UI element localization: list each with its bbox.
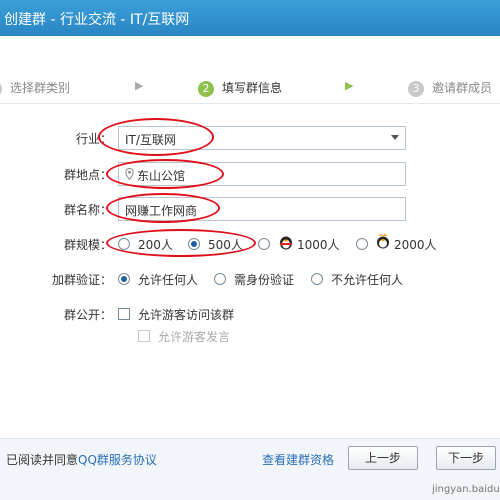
size-1000-radio[interactable] xyxy=(258,238,270,250)
verify-identity-radio[interactable] xyxy=(214,273,226,285)
verify-nobody-label[interactable]: 不允许任何人 xyxy=(331,271,403,288)
annotation-ellipse-industry xyxy=(98,118,214,156)
step-2-number: 2 xyxy=(198,80,214,97)
prev-button[interactable]: 上一步 xyxy=(348,446,418,470)
step-2-label: 填写群信息 xyxy=(222,81,283,95)
penguin-icon xyxy=(280,236,292,250)
public-label: 群公开： xyxy=(63,308,112,322)
step-1: 1 选择群类别 xyxy=(0,79,70,97)
service-agreement-link[interactable]: QQ群服务协议 xyxy=(78,453,157,467)
agreement-prefix: 已阅读并同意 xyxy=(6,453,79,467)
location-label: 群地点： xyxy=(63,168,112,182)
size-2000-radio[interactable] xyxy=(356,238,368,250)
chevron-down-icon[interactable] xyxy=(391,135,399,140)
view-qualification-link[interactable]: 查看建群资格 xyxy=(262,451,334,468)
annotation-ellipse-name xyxy=(106,193,220,223)
crowned-penguin-icon xyxy=(377,233,389,249)
step-2: 2 填写群信息 xyxy=(198,79,282,97)
verify-label: 加群验证： xyxy=(51,273,112,287)
group-size-label: 群规模： xyxy=(63,238,112,252)
size-2000-label[interactable]: 2000人 xyxy=(394,236,437,253)
step-arrow-2-icon: ▶ xyxy=(345,79,354,92)
agreement-text: 已阅读并同意QQ群服务协议 xyxy=(6,451,157,468)
size-1000-label[interactable]: 1000人 xyxy=(297,236,340,253)
window-title: 创建群 - 行业交流 - IT/互联网 xyxy=(4,12,190,28)
allow-visitor-speak-checkbox[interactable] xyxy=(138,330,150,342)
watermark: jingyan.baidu.com xyxy=(432,484,500,495)
allow-visitor-checkbox[interactable] xyxy=(118,308,130,320)
annotation-ellipse-location xyxy=(106,159,224,189)
verify-anyone-label[interactable]: 允许任何人 xyxy=(138,271,198,288)
group-name-label: 群名称： xyxy=(63,203,112,217)
allow-visitor-speak-label[interactable]: 允许游客发言 xyxy=(158,328,230,345)
next-button[interactable]: 下一步 xyxy=(436,446,496,470)
title-bar: 创建群 - 行业交流 - IT/互联网 xyxy=(0,0,500,36)
step-3-label: 邀请群成员 xyxy=(432,81,493,95)
step-bar: 1 选择群类别 ▶ 2 填写群信息 ▶ 3 邀请群成员 xyxy=(0,74,500,104)
step-arrow-1-icon: ▶ xyxy=(135,79,144,92)
step-3-number: 3 xyxy=(408,80,424,97)
step-1-number: 1 xyxy=(0,80,2,97)
header-spacer xyxy=(0,36,500,74)
allow-visitor-label[interactable]: 允许游客访问该群 xyxy=(138,306,234,323)
verify-nobody-radio[interactable] xyxy=(311,273,323,285)
verify-identity-label[interactable]: 需身份验证 xyxy=(234,271,294,288)
annotation-ellipse-size xyxy=(106,229,256,257)
footer-bar xyxy=(0,438,500,500)
verify-anyone-radio[interactable] xyxy=(118,273,130,285)
step-1-label: 选择群类别 xyxy=(10,81,71,95)
step-3: 3 邀请群成员 xyxy=(408,79,492,97)
